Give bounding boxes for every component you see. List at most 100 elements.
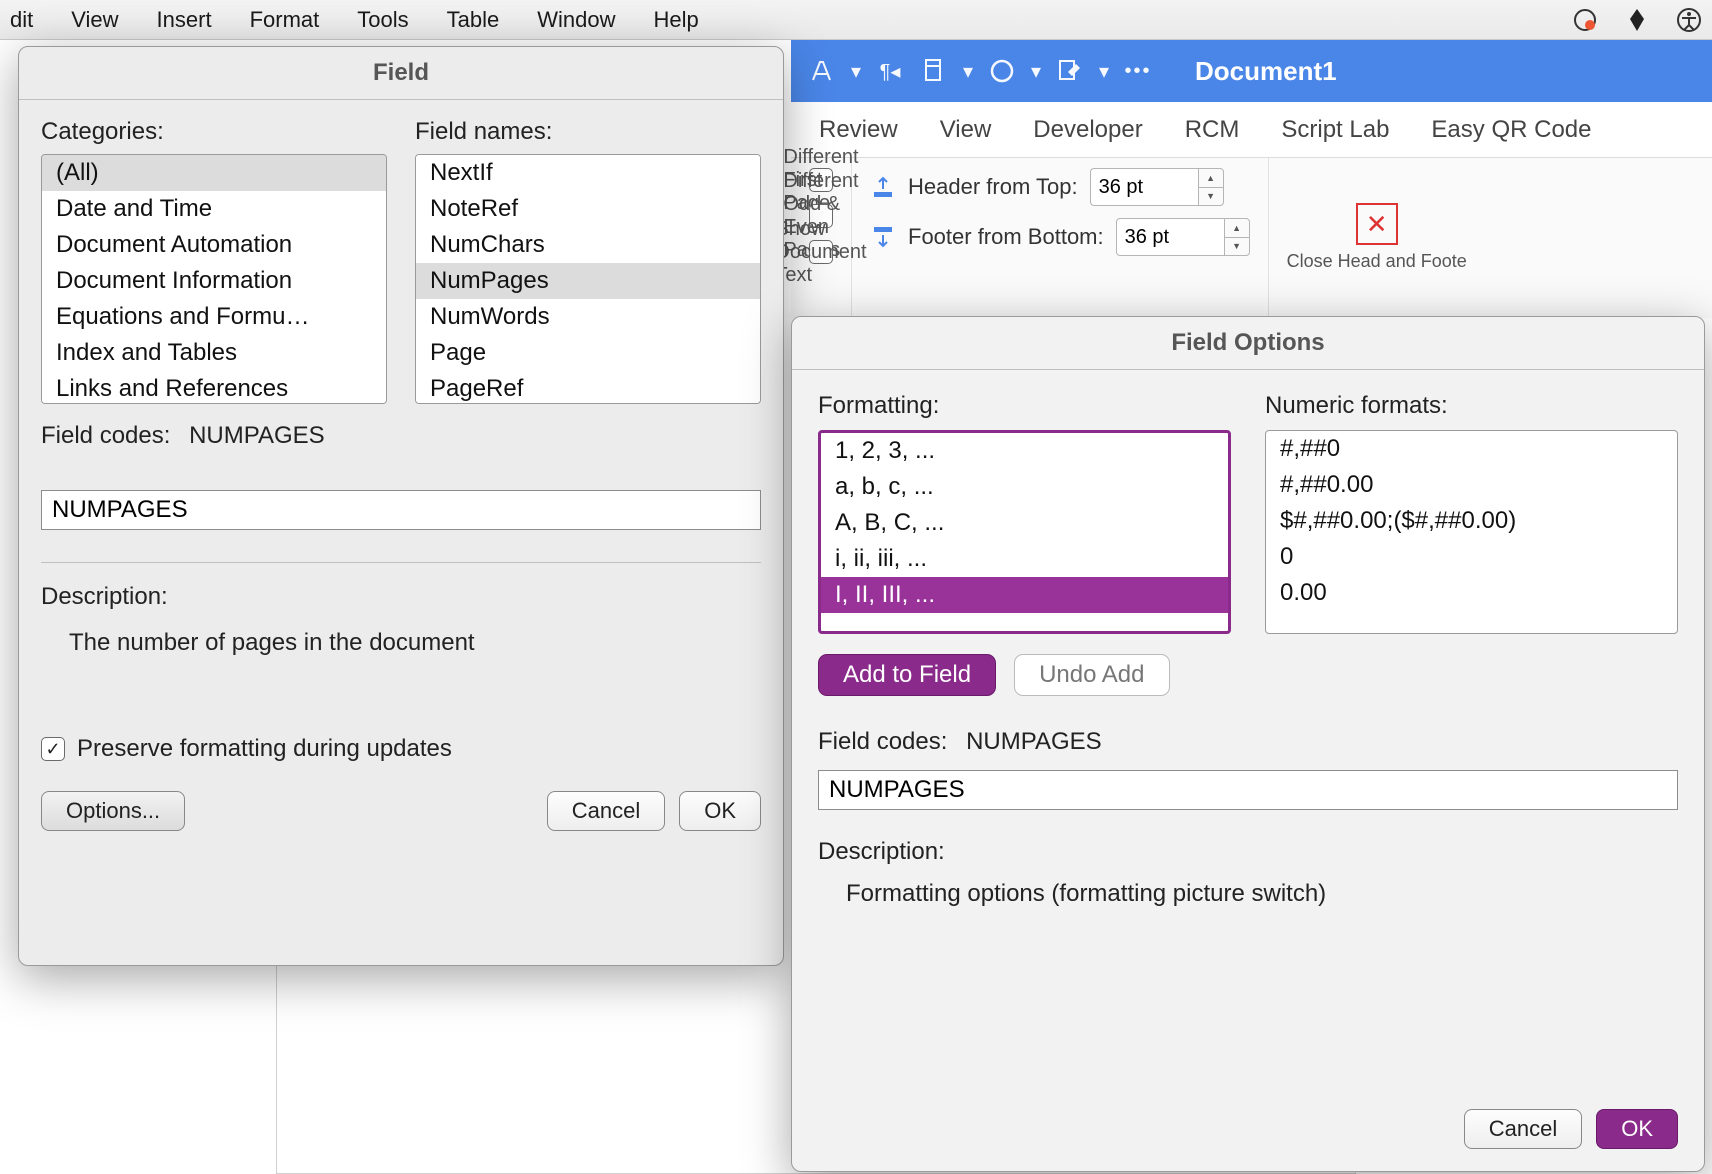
tab-rcm[interactable]: RCM xyxy=(1185,116,1240,144)
category-option[interactable]: Equations and Formu… xyxy=(42,299,386,335)
header-footer-toolbar: Different First Page Different Odd & Eve… xyxy=(791,158,1712,318)
fo-field-code-input[interactable] xyxy=(818,770,1678,810)
field-name-option[interactable]: NumPages xyxy=(416,263,760,299)
category-option[interactable]: Links and References xyxy=(42,371,386,404)
fo-field-codes-value: NUMPAGES xyxy=(966,728,1102,755)
add-to-field-button[interactable]: Add to Field xyxy=(818,654,996,696)
fo-description-text: Formatting options (formatting picture s… xyxy=(846,880,1678,908)
menu-edit[interactable]: dit xyxy=(10,7,33,33)
category-option[interactable]: Document Automation xyxy=(42,227,386,263)
menu-view[interactable]: View xyxy=(71,7,118,33)
field-options-title: Field Options xyxy=(792,317,1704,370)
formatting-label: Formatting: xyxy=(818,392,1231,420)
field-dialog: Field Categories: (All) Date and Time Do… xyxy=(18,46,784,966)
field-name-option[interactable]: Page xyxy=(416,335,760,371)
options-button[interactable]: Options... xyxy=(41,791,185,831)
formatting-option[interactable]: 1, 2, 3, ... xyxy=(821,433,1228,469)
divider xyxy=(41,562,761,563)
field-name-option[interactable]: NumChars xyxy=(416,227,760,263)
field-codes-value: NUMPAGES xyxy=(189,422,325,449)
show-document-text-checkbox[interactable]: Show Document Text xyxy=(809,240,833,264)
categories-listbox[interactable]: (All) Date and Time Document Automation … xyxy=(41,154,387,404)
numeric-formats-listbox[interactable]: #,##0 #,##0.00 $#,##0.00;($#,##0.00) 0 0… xyxy=(1265,430,1678,634)
tab-view[interactable]: View xyxy=(940,116,992,144)
field-name-option[interactable]: NextIf xyxy=(416,155,760,191)
category-option[interactable]: Date and Time xyxy=(42,191,386,227)
preserve-formatting-label: Preserve formatting during updates xyxy=(77,735,452,763)
header-top-stepper[interactable]: ▲▼ xyxy=(1198,168,1224,206)
field-code-input[interactable] xyxy=(41,490,761,530)
numeric-formats-label: Numeric formats: xyxy=(1265,392,1678,420)
category-option[interactable]: (All) xyxy=(42,155,386,191)
chevron-down-icon[interactable]: ▾ xyxy=(961,54,975,88)
formatting-option[interactable]: i, ii, iii, ... xyxy=(821,541,1228,577)
formatting-option[interactable]: a, b, c, ... xyxy=(821,469,1228,505)
menu-help[interactable]: Help xyxy=(653,7,698,33)
font-dropdown-icon[interactable] xyxy=(805,54,839,88)
numeric-format-option[interactable]: 0.00 xyxy=(1266,575,1677,611)
preserve-formatting-checkbox[interactable]: ✓ xyxy=(41,737,65,761)
numeric-format-option[interactable]: #,##0.00 xyxy=(1266,467,1677,503)
field-name-option[interactable]: NumWords xyxy=(416,299,760,335)
chevron-down-icon[interactable]: ▾ xyxy=(1097,54,1111,88)
description-label: Description: xyxy=(41,583,761,611)
numeric-format-option[interactable]: 0 xyxy=(1266,539,1677,575)
document-name: Document1 xyxy=(1195,56,1337,87)
formatting-option[interactable]: I, II, III, ... xyxy=(821,577,1228,613)
field-codes-label: Field codes: xyxy=(41,422,170,449)
field-name-option[interactable]: PageRef xyxy=(416,371,760,404)
menubar-status-icons xyxy=(1572,7,1702,33)
menubar: dit View Insert Format Tools Table Windo… xyxy=(0,0,1712,40)
tab-review[interactable]: Review xyxy=(819,116,898,144)
field-options-dialog: Field Options Formatting: 1, 2, 3, ... a… xyxy=(791,316,1705,1172)
field-name-option[interactable]: NoteRef xyxy=(416,191,760,227)
tab-developer[interactable]: Developer xyxy=(1033,116,1142,144)
footer-bottom-icon xyxy=(870,224,896,250)
field-dialog-title: Field xyxy=(19,47,783,100)
menu-tools[interactable]: Tools xyxy=(357,7,408,33)
cancel-button[interactable]: Cancel xyxy=(547,791,665,831)
recording-indicator-icon[interactable] xyxy=(1572,7,1598,33)
chevron-down-icon[interactable]: ▾ xyxy=(1029,54,1043,88)
footer-bottom-stepper[interactable]: ▲▼ xyxy=(1224,218,1250,256)
fo-cancel-button[interactable]: Cancel xyxy=(1464,1109,1582,1149)
close-header-footer-icon[interactable]: ✕ xyxy=(1356,203,1398,245)
formatting-option[interactable]: A, B, C, ... xyxy=(821,505,1228,541)
menu-format[interactable]: Format xyxy=(250,7,320,33)
document-insert-icon[interactable] xyxy=(917,54,951,88)
utility-icon[interactable] xyxy=(1624,7,1650,33)
menu-table[interactable]: Table xyxy=(447,7,500,33)
menu-insert[interactable]: Insert xyxy=(157,7,212,33)
ok-button[interactable]: OK xyxy=(679,791,761,831)
undo-add-button[interactable]: Undo Add xyxy=(1014,654,1169,696)
numeric-format-option[interactable]: $#,##0.00;($#,##0.00) xyxy=(1266,503,1677,539)
ribbon-bar: ▾ ¶◂ ▾ ▾ ▾ ••• Document1 xyxy=(791,40,1712,102)
header-from-top-input[interactable] xyxy=(1090,168,1198,206)
header-from-top-label: Header from Top: xyxy=(908,174,1078,200)
footer-from-bottom-input[interactable] xyxy=(1116,218,1224,256)
accessibility-icon[interactable] xyxy=(1676,7,1702,33)
category-option[interactable]: Index and Tables xyxy=(42,335,386,371)
close-header-footer-label: Close Head and Foote xyxy=(1287,251,1467,273)
description-text: The number of pages in the document xyxy=(69,629,761,657)
fo-field-codes-label: Field codes: xyxy=(818,728,947,755)
categories-label: Categories: xyxy=(41,118,387,146)
formatting-listbox[interactable]: 1, 2, 3, ... a, b, c, ... A, B, C, ... i… xyxy=(818,430,1231,634)
tab-script-lab[interactable]: Script Lab xyxy=(1281,116,1389,144)
footer-from-bottom-label: Footer from Bottom: xyxy=(908,224,1104,250)
pilcrow-icon[interactable]: ¶◂ xyxy=(873,54,907,88)
ribbon-tabs: Review View Developer RCM Script Lab Eas… xyxy=(791,102,1712,158)
chevron-down-icon[interactable]: ▾ xyxy=(849,54,863,88)
fo-ok-button[interactable]: OK xyxy=(1596,1109,1678,1149)
numeric-format-option[interactable]: #,##0 xyxy=(1266,431,1677,467)
tab-easy-qr[interactable]: Easy QR Code xyxy=(1431,116,1591,144)
edit-document-icon[interactable] xyxy=(1053,54,1087,88)
fo-description-label: Description: xyxy=(818,838,1678,866)
field-names-listbox[interactable]: NextIf NoteRef NumChars NumPages NumWord… xyxy=(415,154,761,404)
field-names-label: Field names: xyxy=(415,118,761,146)
menu-window[interactable]: Window xyxy=(537,7,615,33)
header-top-icon xyxy=(870,174,896,200)
category-option[interactable]: Document Information xyxy=(42,263,386,299)
circle-shape-icon[interactable] xyxy=(985,54,1019,88)
more-icon[interactable]: ••• xyxy=(1121,54,1155,88)
